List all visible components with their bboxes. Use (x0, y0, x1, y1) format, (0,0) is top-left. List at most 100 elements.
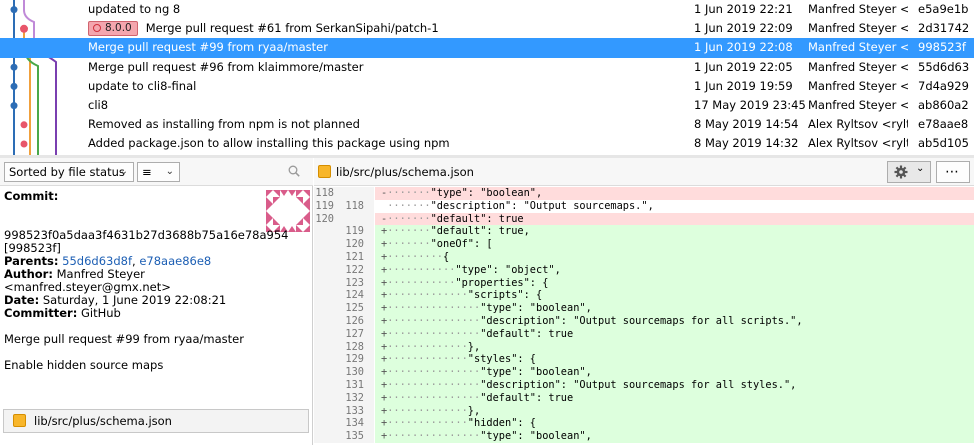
commit-date: 17 May 2019 23:45 (694, 98, 806, 112)
whitespace-dots: ······· (387, 238, 431, 251)
commit-row[interactable]: cli8 17 May 2019 23:45 Manfred Steyer <n… (0, 96, 974, 115)
diff-line: 133 +·············}, (314, 404, 974, 418)
tag-badge[interactable]: 8.0.0 (88, 21, 138, 37)
whitespace-dots: ··············· (387, 391, 481, 404)
code-text: "properties": { (455, 276, 549, 289)
diff-toolbar: lib/src/plus/schema.json ⌄ ⋯ (314, 158, 974, 186)
sort-dropdown[interactable]: Sorted by file status ⌄ (4, 162, 134, 182)
commit-author: Manfred Steyer <n (808, 98, 908, 112)
diff-line: 122 +···········"type": "object", (314, 263, 974, 277)
code-text: "oneOf": [ (430, 238, 493, 251)
whitespace-dots: ··············· (387, 327, 481, 340)
commit-row[interactable]: update to cli8-final 1 Jun 2019 19:59 Ma… (0, 77, 974, 96)
tag-icon (93, 24, 101, 33)
commit-author: Manfred Steyer <n (808, 21, 908, 36)
code-text: "type": "boolean", (480, 366, 592, 379)
whitespace-dots: ········· (387, 251, 443, 263)
diff-line: 118 -·······"type": "boolean", (314, 187, 974, 200)
diff-pane: lib/src/plus/schema.json ⌄ ⋯ 118 -·······… (314, 158, 974, 445)
diff-settings-button[interactable]: ⌄ (887, 161, 931, 183)
chevron-down-icon: ⌄ (165, 166, 174, 177)
code-text: }, (467, 340, 481, 353)
diff-gutter: 131 (314, 379, 374, 392)
diff-gutter: 119 118 (314, 199, 374, 213)
commit-sha: 2d31742 (918, 21, 970, 36)
commit-date: 1 Jun 2019 22:09 (694, 21, 793, 36)
commit-row-selected[interactable]: Merge pull request #99 from ryaa/master … (0, 38, 974, 58)
commit-message: Added package.json to allow installing t… (88, 136, 450, 151)
commit-row[interactable]: updated to ng 8 1 Jun 2019 22:21 Manfred… (0, 0, 974, 19)
commit-date: 8 May 2019 14:32 (694, 136, 799, 151)
commit-author: Manfred Steyer <n (808, 2, 908, 16)
whitespace-dots: ··············· (387, 366, 481, 379)
diff-view[interactable]: 118 -·······"type": "boolean", 119 118 ····… (314, 187, 974, 445)
commit-author: Manfred Steyer <n (808, 40, 908, 55)
chevron-down-icon: ⌄ (119, 166, 128, 177)
code-text: "type": "boolean", (480, 430, 592, 443)
parents-label: Parents: (4, 254, 59, 268)
changed-file-item[interactable]: lib/src/plus/schema.json (3, 409, 309, 433)
more-options-button[interactable]: ⋯ (936, 161, 970, 183)
diff-gutter: 124 (314, 289, 374, 303)
gear-icon (894, 165, 908, 179)
commit-row[interactable]: Added package.json to allow installing t… (0, 134, 974, 153)
whitespace-dots: ··············· (387, 302, 481, 315)
code-text: "default": true (480, 327, 574, 340)
commit-author: Manfred Steyer <n (808, 78, 908, 93)
more-icon: ⋯ (945, 164, 960, 180)
new-line-number: 133 (345, 404, 364, 417)
whitespace-dots: ······· (387, 199, 431, 212)
new-line-number: 124 (345, 289, 364, 302)
code-text: { (443, 251, 450, 263)
new-line-number: 120 (345, 238, 364, 251)
commit-sha: 998523f (918, 40, 966, 55)
modified-file-icon (318, 165, 331, 178)
commit-message: Merge pull request #61 from SerkanSipahi… (145, 21, 439, 36)
new-line-number: 131 (345, 379, 364, 391)
new-line-number: 123 (345, 276, 364, 289)
commit-sha: ab5d105 (918, 136, 969, 151)
code-text: "description": "Output sourcemaps.", (430, 199, 654, 212)
code-text: "description": "Output sourcemaps for al… (480, 315, 803, 327)
list-icon: ≡ (142, 165, 152, 179)
new-line-number: 134 (345, 417, 364, 430)
diff-gutter: 128 (314, 340, 374, 354)
new-line-number: 132 (345, 391, 364, 404)
diff-line: 126 +···············"description": "Outpu… (314, 315, 974, 328)
commit-date: 1 Jun 2019 22:08 (694, 40, 793, 55)
commit-message-title: Merge pull request #99 from ryaa/master (4, 332, 244, 346)
diff-line: 128 +·············}, (314, 340, 974, 354)
code-text: }, (467, 404, 481, 417)
diff-gutter: 132 (314, 391, 374, 405)
view-mode-dropdown[interactable]: ≡ ⌄ (137, 162, 180, 182)
parent-link[interactable]: 55d6d63d8f (62, 254, 132, 268)
diff-line: 120 -·······"default": true (314, 212, 974, 226)
diff-line: 130 +···············"type": "boolean", (314, 366, 974, 379)
committer-value: GitHub (77, 306, 121, 320)
commit-date: 1 Jun 2019 22:21 (694, 2, 793, 16)
search-icon[interactable] (288, 165, 300, 177)
new-line-number: 125 (345, 302, 364, 315)
commit-row[interactable]: Merge pull request #96 from klaimmore/ma… (0, 58, 974, 77)
modified-file-icon (13, 414, 26, 427)
diff-line: 119 118 ·······"description": "Output sou… (314, 199, 974, 213)
whitespace-dots: ······· (387, 225, 431, 238)
whitespace-dots: ······· (387, 187, 431, 199)
commit-row[interactable]: 8.0.0 Merge pull request #61 from SerkanS… (0, 19, 974, 38)
commit-row[interactable]: Removed as installing from npm is not pl… (0, 115, 974, 134)
whitespace-dots: ············· (387, 417, 468, 430)
diff-gutter: 129 (314, 353, 374, 367)
code-text: "default": true (430, 212, 524, 225)
details-toolbar: Sorted by file status ⌄ ≡ ⌄ (0, 158, 313, 186)
diff-line: 127 +···············"default": true (314, 327, 974, 341)
whitespace-dots: ··············· (387, 315, 481, 327)
parent-link[interactable]: e78aae86e8 (139, 254, 211, 268)
commit-message: Merge pull request #99 from ryaa/master (88, 40, 328, 55)
code-text: "scripts": { (467, 289, 543, 302)
diff-line: 123 +···········"properties": { (314, 276, 974, 290)
diff-gutter: 120 (314, 238, 374, 251)
commit-author: Alex Ryltsov <rylts (808, 136, 908, 151)
diff-line: 132 +···············"default": true (314, 391, 974, 405)
new-line-number: 127 (345, 327, 364, 340)
diff-line: 119 +·······"default": true, (314, 225, 974, 239)
